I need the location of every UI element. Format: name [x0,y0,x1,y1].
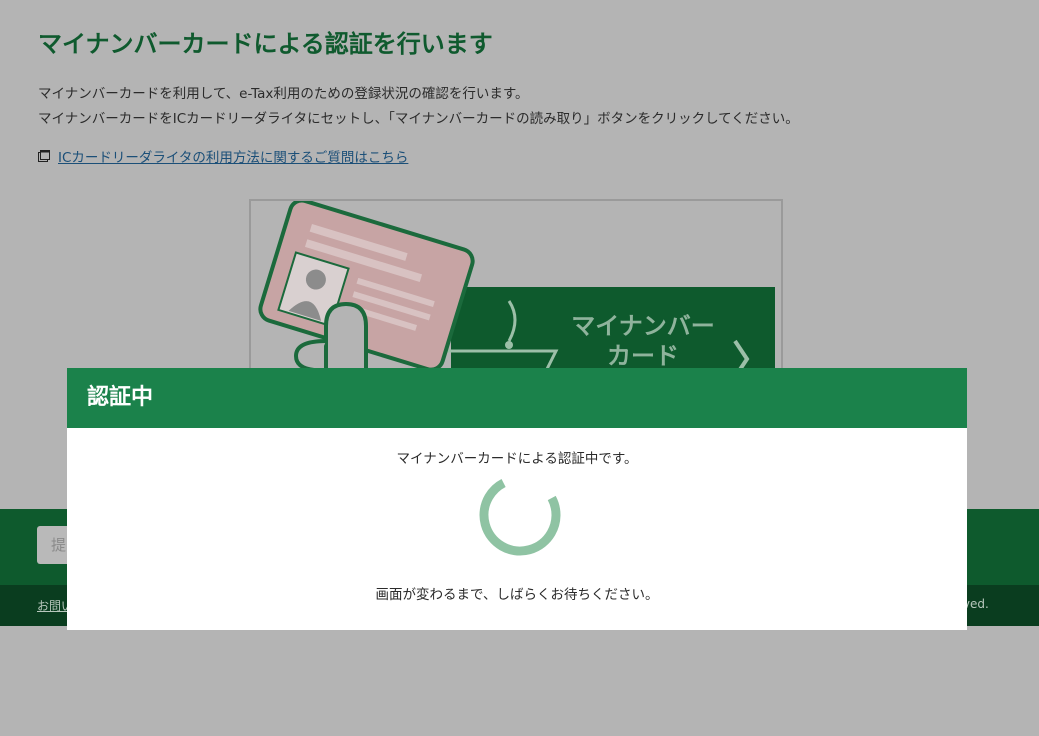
description-line-2: マイナンバーカードをICカードリーダライタにセットし、「マイナンバーカードの読み… [38,111,799,127]
read-card-button-label: マイナンバー カード [543,311,743,371]
description-line-1: マイナンバーカードを利用して、e-Tax利用のための登録状況の確認を行います。 [38,86,529,102]
page-description: マイナンバーカードを利用して、e-Tax利用のための登録状況の確認を行います。 … [38,82,799,132]
dialog-wait-message: 画面が変わるまで、しばらくお待ちください。 [375,587,659,603]
page-title: マイナンバーカードによる認証を行います [38,30,493,58]
dialog-title: 認証中 [67,368,967,428]
new-window-icon [38,150,50,162]
help-link-text: ICカードリーダライタの利用方法に関するご質問はこちら [58,150,409,166]
footer-contact-link[interactable]: お問い [37,597,67,614]
dialog-message: マイナンバーカードによる認証中です。 [396,451,638,467]
read-card-button-label-line-1: マイナンバー [571,312,715,340]
read-card-button-label-line-2: カード [607,342,679,370]
loading-spinner-icon [478,473,562,557]
auth-progress-dialog: 認証中 マイナンバーカードによる認証中です。 画面が変わるまで、しばらくお待ちく… [67,368,967,630]
help-link[interactable]: ICカードリーダライタの利用方法に関するご質問はこちら [38,146,408,166]
